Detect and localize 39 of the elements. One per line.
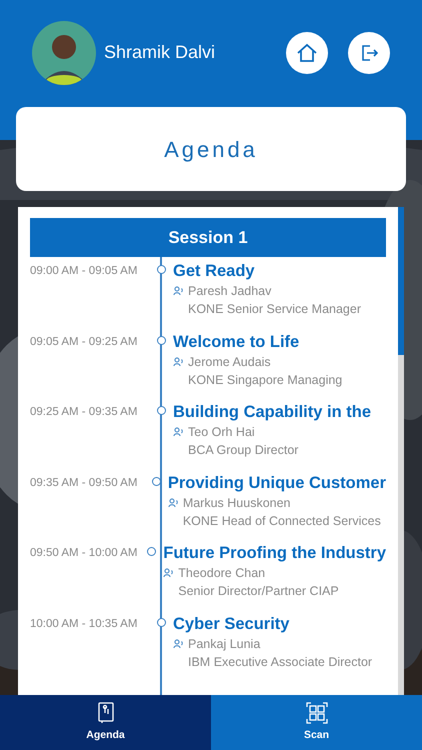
- home-icon: [296, 42, 318, 64]
- time-range: 09:00 AM - 09:05 AM: [30, 264, 138, 279]
- time-range: 09:50 AM - 10:00 AM: [30, 546, 138, 561]
- session-item-title[interactable]: Future Proofing the Industry: [163, 542, 386, 564]
- session-item-title[interactable]: Providing Unique Customer: [168, 472, 386, 494]
- session-title: Session 1: [168, 226, 248, 249]
- speaker-name: Pankaj Lunia: [188, 636, 260, 652]
- speaker-name: Jerome Audais: [188, 354, 271, 370]
- time-range: 09:25 AM - 09:35 AM: [30, 405, 138, 420]
- speaker-role: KONE Senior Service Manager: [188, 301, 361, 318]
- notebook-icon: [98, 702, 114, 724]
- speaker-icon: [173, 638, 184, 648]
- scrollbar[interactable]: [398, 207, 404, 695]
- speaker-name: Theodore Chan: [178, 565, 266, 582]
- time-range: 10:00 AM - 10:35 AM: [30, 616, 138, 632]
- logout-icon: [359, 42, 379, 62]
- speaker-name: Paresh Jadhav: [188, 283, 272, 300]
- session-item-title[interactable]: Get Ready: [173, 260, 361, 282]
- speaker-name: Markus Huuskonen: [182, 494, 291, 512]
- session-item-title[interactable]: Building Capability in the: [173, 401, 371, 423]
- time-range: 09:05 AM - 09:25 AM: [30, 334, 138, 350]
- speaker-role: IBM Executive Associate Director: [188, 654, 372, 670]
- speaker-role: KONE Head of Connected Services: [182, 512, 382, 530]
- tab[interactable]: Scan: [211, 695, 422, 750]
- speaker-icon: [173, 286, 184, 296]
- session-item-title[interactable]: Welcome to Life: [173, 330, 342, 352]
- speaker-icon: [173, 356, 184, 366]
- user-name: Shramik Dalvi: [104, 41, 216, 64]
- speaker-icon: [173, 427, 184, 437]
- speaker-icon: [168, 498, 179, 508]
- speaker-name: Teo Orh Hai: [188, 424, 255, 441]
- speaker-role: Senior Director/Partner CIAP: [178, 583, 340, 600]
- qr-code-icon: [306, 702, 328, 724]
- speaker-role: BCA Group Director: [188, 442, 300, 459]
- time-range: 09:35 AM - 09:50 AM: [30, 476, 138, 490]
- session-item-title[interactable]: Cyber Security: [173, 612, 372, 634]
- tab[interactable]: Agenda: [0, 695, 211, 750]
- page-title: Agenda: [164, 136, 258, 164]
- speaker-role: KONE Singapore Managing: [188, 372, 342, 388]
